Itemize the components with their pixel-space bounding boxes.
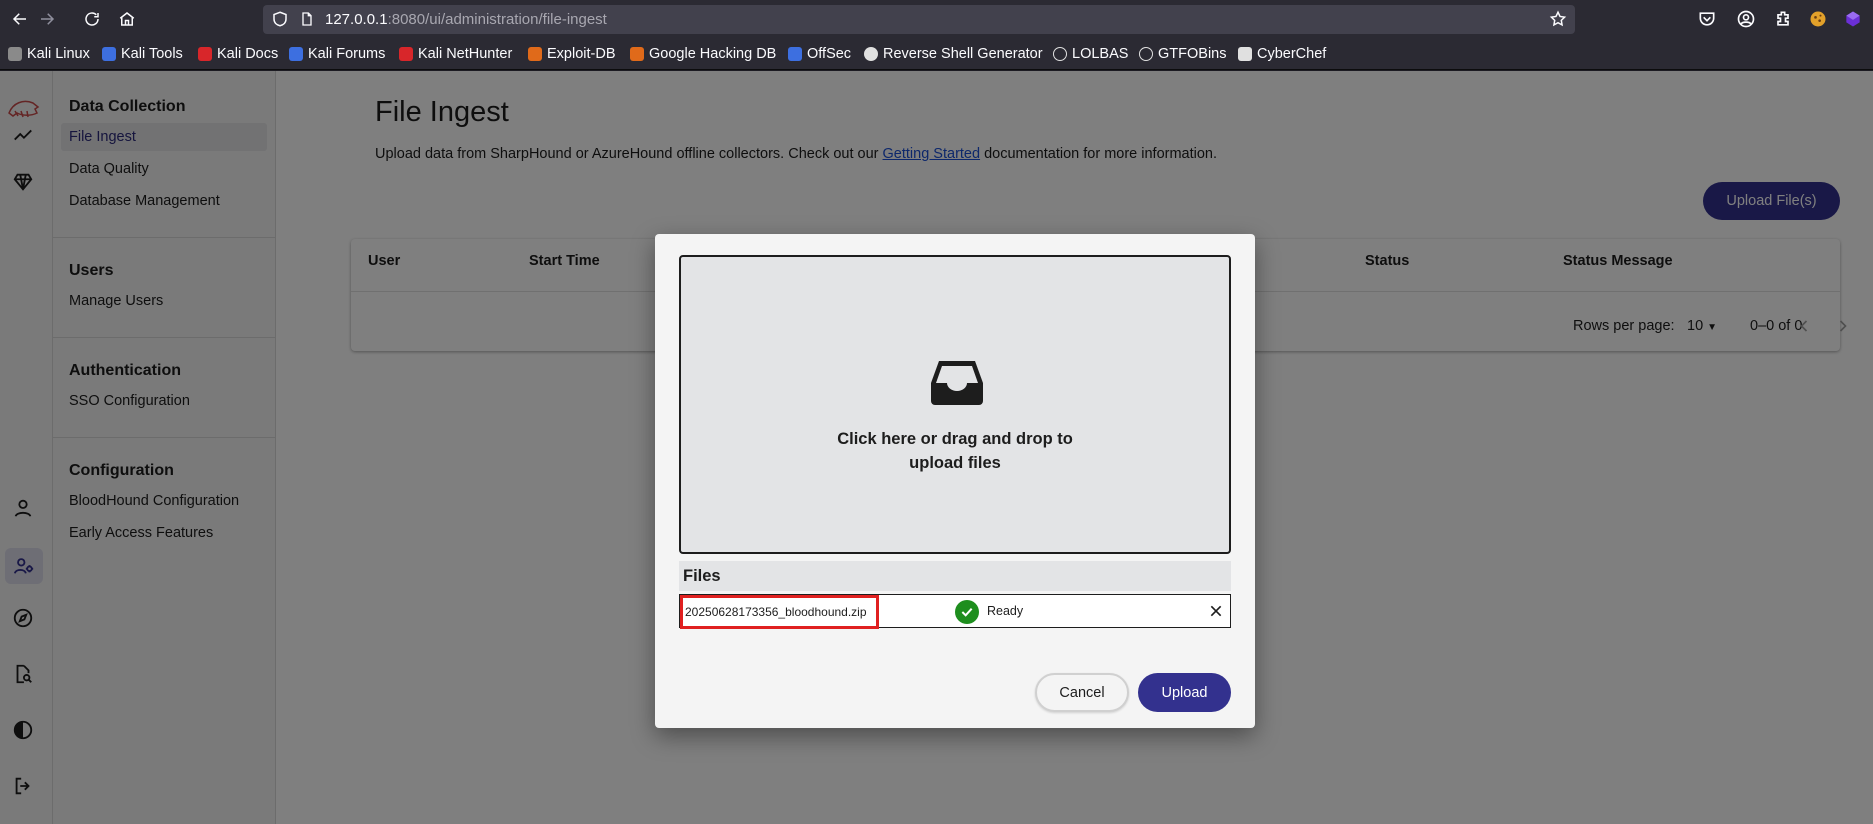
files-heading: Files (679, 561, 1231, 591)
bookmark-kali-nethunter[interactable]: Kali NetHunter (399, 45, 512, 63)
bookmark-kali-docs[interactable]: Kali Docs (198, 45, 278, 63)
ghdb-icon (630, 47, 644, 61)
bookmark-label: Google Hacking DB (649, 46, 777, 62)
extension-cube-icon[interactable] (1843, 9, 1863, 29)
dropzone-line-2: upload files (909, 454, 1001, 472)
account-icon[interactable] (1736, 9, 1756, 29)
bookmark-kali-linux[interactable]: Kali Linux (8, 45, 90, 63)
url-host: 127.0.0.1 (325, 11, 388, 28)
reload-icon[interactable] (80, 7, 104, 31)
bookmark-label: Kali NetHunter (418, 46, 513, 62)
close-icon[interactable] (1208, 603, 1224, 619)
chef-hat-icon (1238, 47, 1252, 61)
file-name: 20250628173356_bloodhound.zip (680, 595, 879, 629)
url-path: :8080/ui/administration/file-ingest (387, 11, 607, 28)
pocket-icon[interactable] (1697, 9, 1717, 29)
bookmark-cyberchef[interactable]: CyberChef (1238, 45, 1326, 63)
bookmark-label: Kali Docs (217, 46, 279, 62)
upload-files-dialog: Click here or drag and drop to upload fi… (655, 234, 1255, 728)
nethunter-icon (399, 47, 413, 61)
file-status: Ready (987, 604, 1024, 618)
exploit-db-icon (528, 47, 542, 61)
home-icon[interactable] (115, 7, 139, 31)
bookmarks-bar: Kali Linux Kali Tools Kali Docs Kali For… (0, 38, 1873, 70)
browser-toolbar: 127.0.0.1:8080/ui/administration/file-in… (0, 0, 1873, 38)
bookmark-label: Reverse Shell Generator (883, 46, 1043, 62)
upload-button[interactable]: Upload (1138, 673, 1231, 712)
bookmark-google-hacking-db[interactable]: Google Hacking DB (630, 45, 776, 63)
url-bar[interactable]: 127.0.0.1:8080/ui/administration/file-in… (263, 5, 1575, 34)
bookmark-kali-tools[interactable]: Kali Tools (102, 45, 183, 63)
back-icon[interactable] (8, 7, 32, 31)
dropzone-text: Click here or drag and drop to upload fi… (681, 427, 1229, 475)
bookmark-offsec[interactable]: OffSec (788, 45, 851, 63)
bookmark-label: LOLBAS (1072, 46, 1129, 62)
bookmark-label: Exploit-DB (547, 46, 616, 62)
file-list-item: 20250628173356_bloodhound.zip Ready (679, 594, 1231, 629)
kali-forums-icon (289, 47, 303, 61)
bookmark-label: Kali Forums (308, 46, 386, 62)
globe-icon (1139, 47, 1153, 61)
kali-dragon-icon (8, 47, 22, 61)
bookmark-reverse-shell-generator[interactable]: Reverse Shell Generator (864, 45, 1043, 63)
cancel-button[interactable]: Cancel (1035, 673, 1129, 712)
url-text[interactable]: 127.0.0.1:8080/ui/administration/file-in… (325, 11, 607, 28)
page-info-icon[interactable] (299, 11, 315, 27)
extensions-icon[interactable] (1773, 9, 1793, 29)
bookmark-lolbas[interactable]: LOLBAS (1053, 45, 1128, 63)
bookmark-star-icon[interactable] (1549, 10, 1567, 28)
bookmark-exploit-db[interactable]: Exploit-DB (528, 45, 616, 63)
inbox-tray-icon (931, 361, 983, 405)
bookmark-label: Kali Linux (27, 46, 90, 62)
bookmark-label: OffSec (807, 46, 852, 62)
skull-icon (864, 47, 878, 61)
shield-icon[interactable] (271, 10, 289, 28)
offsec-icon (788, 47, 802, 61)
globe-icon (1053, 47, 1067, 61)
bookmark-label: CyberChef (1257, 46, 1327, 62)
check-circle-icon (955, 600, 979, 624)
file-dropzone[interactable]: Click here or drag and drop to upload fi… (679, 255, 1231, 554)
extension-cookie-icon[interactable] (1808, 9, 1828, 29)
bookmark-kali-forums[interactable]: Kali Forums (289, 45, 385, 63)
kali-docs-icon (198, 47, 212, 61)
forward-icon[interactable] (35, 7, 59, 31)
dropzone-line-1: Click here or drag and drop to (837, 430, 1073, 448)
bookmark-gtfobins[interactable]: GTFOBins (1139, 45, 1226, 63)
kali-tools-icon (102, 47, 116, 61)
bookmark-label: Kali Tools (121, 46, 183, 62)
bookmark-label: GTFOBins (1158, 46, 1227, 62)
